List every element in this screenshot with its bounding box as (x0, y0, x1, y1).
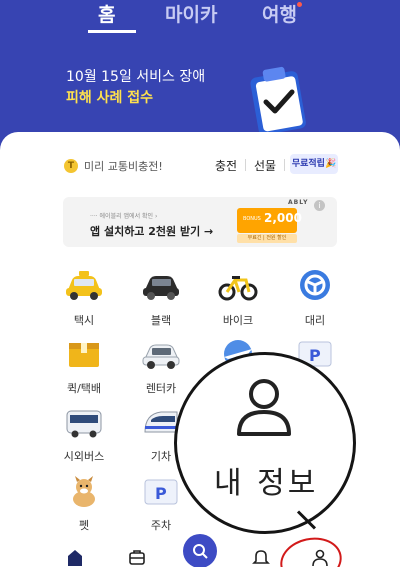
service-label-parcel[interactable]: 퀵/택배 (54, 380, 114, 396)
service-label-driver[interactable]: 대리 (285, 312, 345, 328)
tab-mycar[interactable]: 마이카 (165, 0, 217, 27)
new-dot-badge (297, 2, 302, 7)
coin-icon: T (64, 159, 78, 173)
top-tabs: 홈 마이카 여행 (0, 0, 400, 33)
ad-headline[interactable]: 앱 설치하고 2천원 받기 → (90, 223, 213, 239)
bonus-label: BONUS (243, 216, 261, 222)
home-icon[interactable] (66, 548, 84, 566)
bell-icon[interactable] (252, 548, 270, 566)
service-label-pet[interactable]: 펫 (54, 517, 114, 533)
service-label-black[interactable]: 블랙 (131, 312, 191, 328)
parcel-icon[interactable] (64, 337, 104, 371)
bike-icon[interactable] (218, 268, 258, 302)
service-label-parking[interactable]: 주차 (131, 517, 191, 533)
bus-icon[interactable] (64, 406, 104, 440)
bonus-amount: 2,000 (264, 211, 302, 225)
prepay-prompt[interactable]: 미리 교통비충전! (84, 158, 163, 174)
service-label-rental[interactable]: 렌터카 (131, 380, 191, 396)
active-tab-indicator (88, 30, 136, 33)
bonus-subtext: 무료긴 | 전원 할인 (237, 234, 297, 243)
ad-caption: ···· 에이블리 앱에서 확인 › (90, 213, 158, 220)
service-label-bus[interactable]: 시외버스 (54, 448, 114, 464)
pet-icon[interactable] (64, 475, 104, 509)
rental-car-icon[interactable] (141, 337, 181, 371)
tab-home[interactable]: 홈 (98, 0, 115, 27)
info-icon[interactable]: i (314, 200, 325, 211)
service-label-taxi[interactable]: 택시 (54, 312, 114, 328)
ad-brand: ABLY (288, 199, 309, 206)
search-icon (193, 544, 208, 559)
notice-title[interactable]: 10월 15일 서비스 장애 (66, 66, 205, 86)
service-label-bike[interactable]: 바이크 (208, 312, 268, 328)
divider (245, 159, 246, 171)
black-car-icon[interactable] (141, 268, 181, 302)
briefcase-icon[interactable] (128, 548, 146, 566)
gift-button[interactable]: 선물 (254, 157, 276, 174)
svg-text:P: P (309, 346, 321, 365)
designated-driver-icon[interactable] (295, 268, 335, 302)
tab-travel[interactable]: 여행 (262, 0, 297, 27)
notice-subtitle[interactable]: 피해 사례 접수 (66, 87, 153, 107)
charge-button[interactable]: 충전 (215, 157, 237, 174)
taxi-icon[interactable] (64, 268, 104, 302)
parking-icon[interactable]: P (141, 475, 181, 509)
svg-text:P: P (155, 484, 167, 503)
profile-icon (237, 379, 291, 436)
divider (284, 159, 285, 171)
clipboard-check-icon (250, 66, 306, 135)
free-points-button[interactable]: 무료적립🎉 (290, 154, 338, 174)
my-info-label: 내 정보 (214, 466, 319, 501)
